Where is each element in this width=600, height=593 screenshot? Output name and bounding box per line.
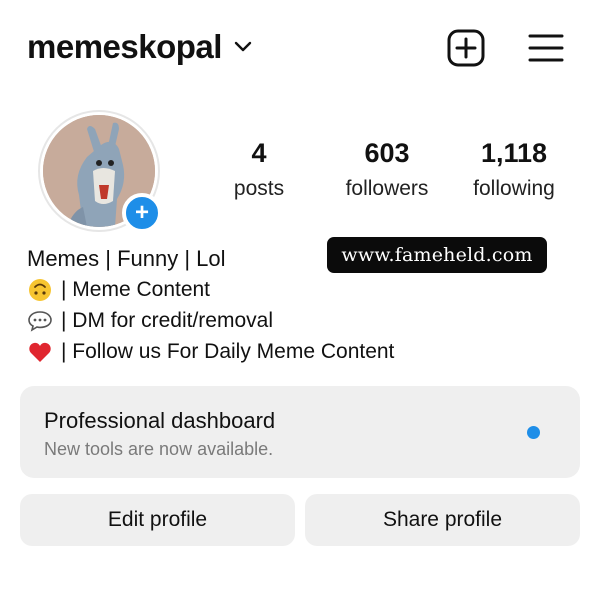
bio-text: | Meme Content xyxy=(61,278,211,301)
notification-dot xyxy=(527,426,540,439)
posts-stat[interactable]: 4 posts xyxy=(214,138,304,201)
menu-button[interactable] xyxy=(526,30,566,70)
posts-label: posts xyxy=(233,177,285,200)
profile-bio: Memes | Funny | Lol | Meme Content | DM … xyxy=(27,243,394,367)
following-stat[interactable]: 1,118 following xyxy=(460,138,568,201)
red-heart-icon xyxy=(27,339,53,365)
bio-line: | Meme Content xyxy=(27,274,394,305)
following-count: 1,118 xyxy=(480,138,548,168)
following-label: following xyxy=(473,177,555,200)
add-story-button[interactable]: + xyxy=(122,193,162,233)
share-profile-button[interactable]: Share profile xyxy=(305,494,580,546)
bio-line: | Follow us For Daily Meme Content xyxy=(27,336,394,367)
upside-down-face-icon xyxy=(27,277,53,303)
create-button[interactable] xyxy=(446,29,486,72)
profile-header: memeskopal xyxy=(0,0,600,100)
add-square-icon xyxy=(447,29,485,72)
dashboard-subtitle: New tools are now available. xyxy=(44,439,274,459)
plus-icon: + xyxy=(134,199,149,226)
posts-count: 4 xyxy=(251,138,267,168)
professional-dashboard-card[interactable]: Professional dashboard New tools are now… xyxy=(20,386,580,478)
chevron-down-icon xyxy=(234,40,252,58)
followers-label: followers xyxy=(345,177,429,200)
bio-text: | DM for credit/removal xyxy=(61,309,273,332)
bio-line: | DM for credit/removal xyxy=(27,305,394,336)
followers-count: 603 xyxy=(364,138,410,168)
bio-name: Memes | Funny | Lol xyxy=(27,246,226,271)
dashboard-title: Professional dashboard xyxy=(44,408,276,433)
edit-profile-button[interactable]: Edit profile xyxy=(20,494,295,546)
followers-stat[interactable]: 603 followers xyxy=(332,138,442,201)
speech-bubble-icon xyxy=(27,308,53,334)
username: memeskopal xyxy=(27,28,222,65)
bio-text: | Follow us For Daily Meme Content xyxy=(61,340,395,363)
hamburger-menu-icon xyxy=(528,33,564,68)
account-switcher[interactable]: memeskopal xyxy=(27,28,252,66)
